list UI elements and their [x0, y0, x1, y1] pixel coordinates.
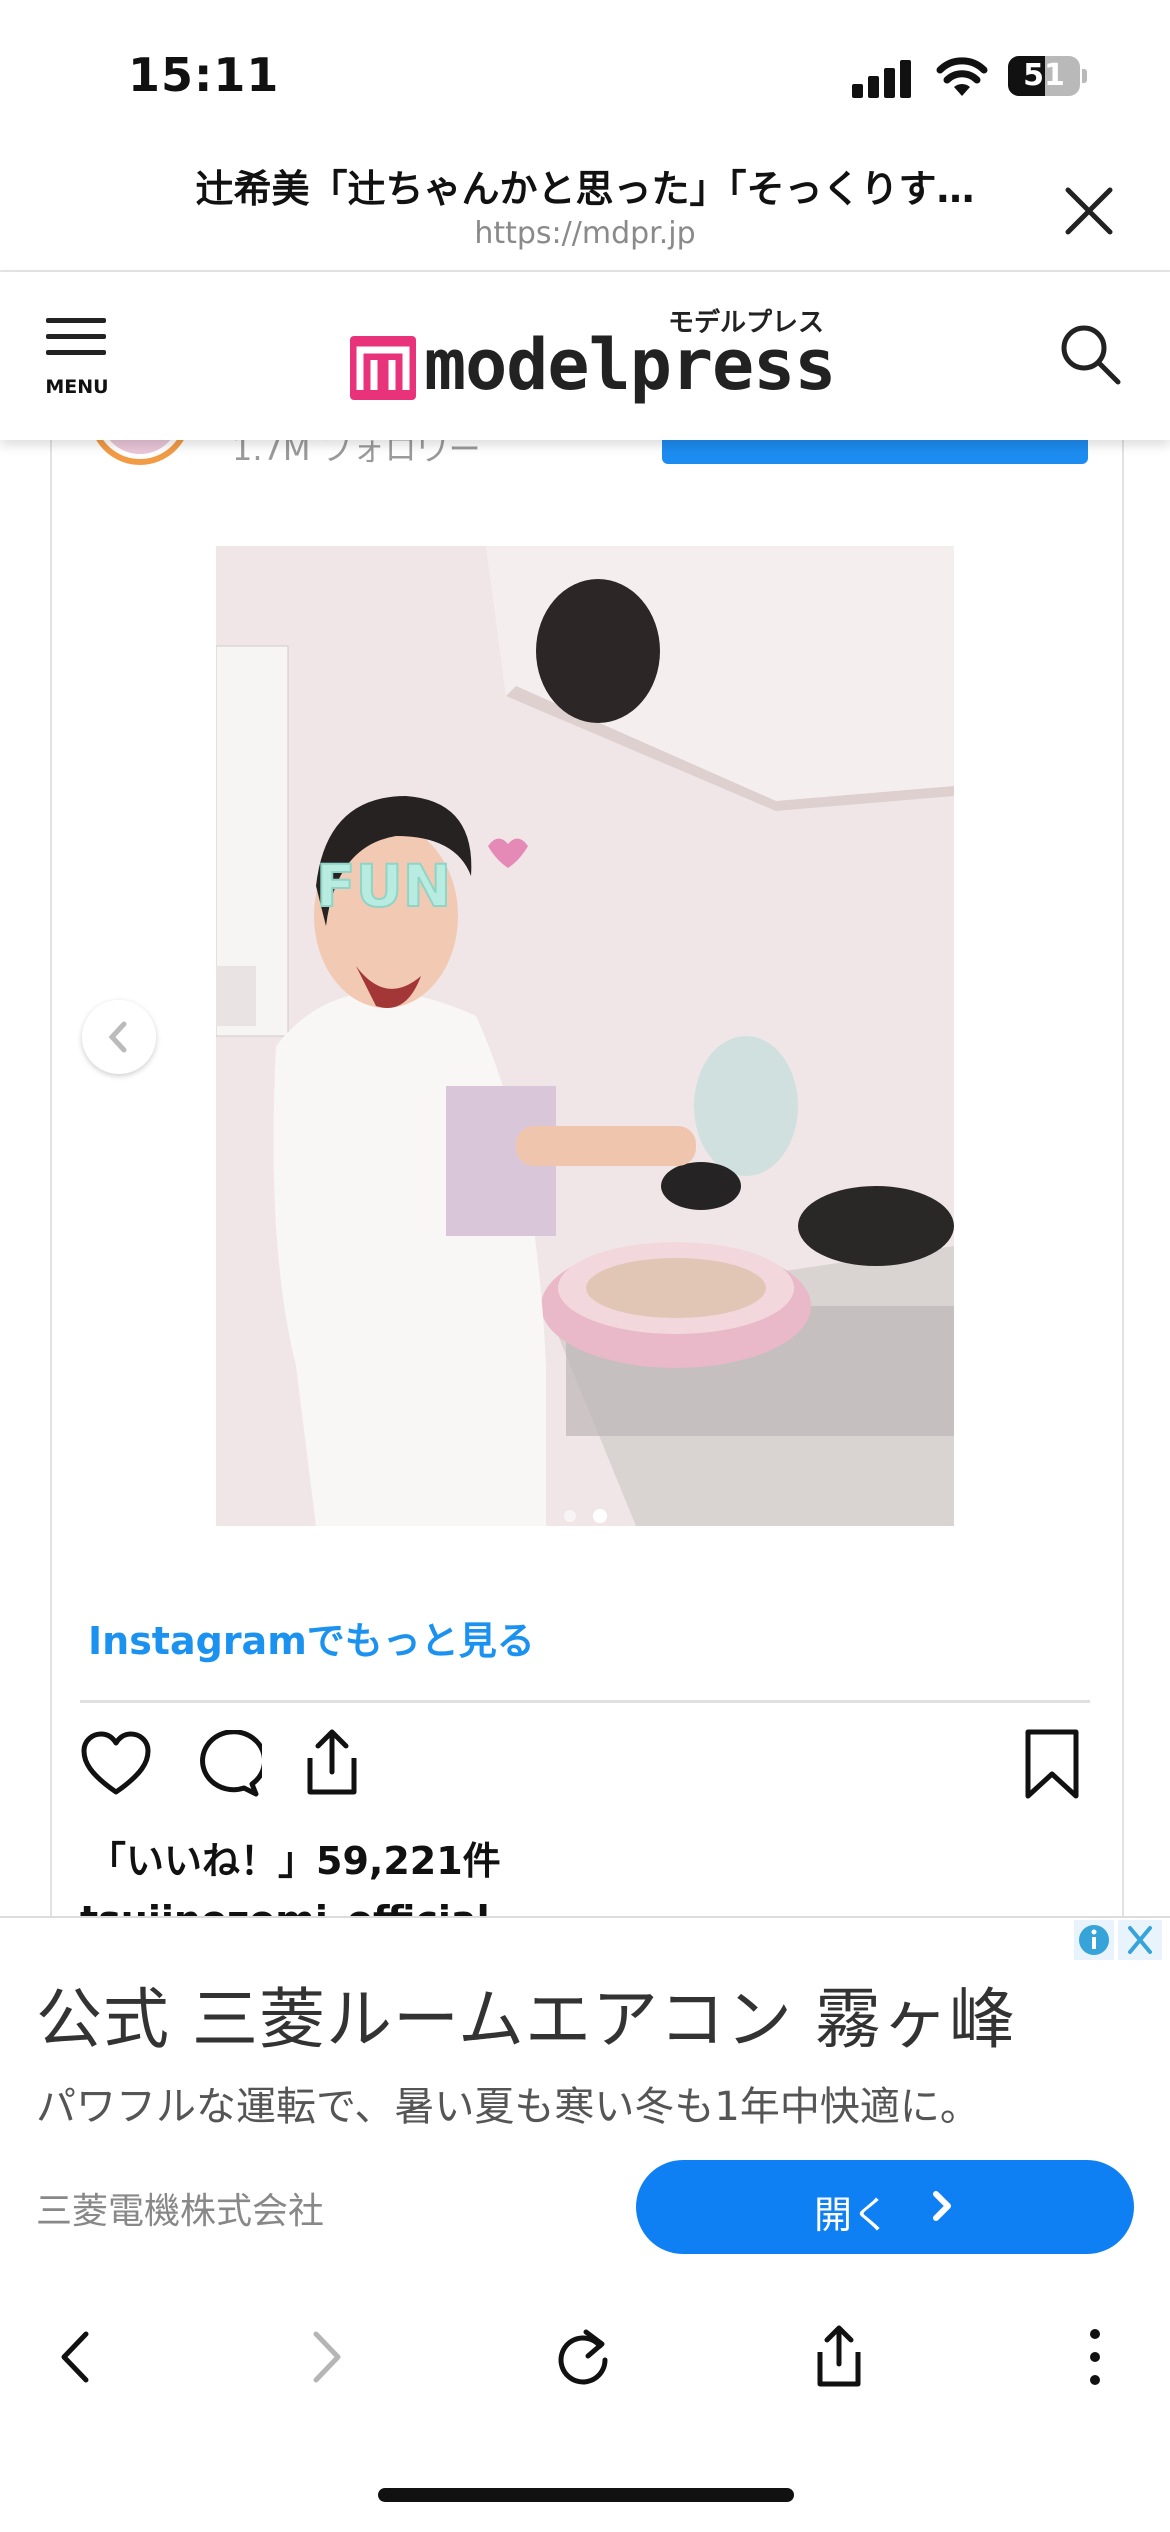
page-title: 辻希美「辻ちゃんかと思った」「そっくりす…: [195, 167, 975, 211]
ad-description: パワフルな運転で、暑い夏も寒い冬も1年中快適に。: [36, 2084, 980, 2130]
logo-mark-icon: [350, 336, 416, 400]
bookmark-icon[interactable]: [1022, 1728, 1082, 1800]
search-icon[interactable]: [1058, 322, 1122, 386]
ad-company: 三菱電機株式会社: [36, 2191, 325, 2232]
cellular-signal-icon: [852, 58, 916, 98]
ad-info-icon[interactable]: [1074, 1920, 1114, 1960]
site-logo[interactable]: モデルプレス modelpress: [350, 302, 836, 412]
comment-icon[interactable]: [190, 1729, 267, 1798]
likes-count: 「いいね！」59,221件: [88, 1839, 501, 1883]
photo-overlay-text: FUN: [316, 852, 451, 920]
logo-text: modelpress: [424, 324, 836, 406]
carousel-prev-button[interactable]: [82, 1000, 156, 1074]
divider: [80, 1700, 1090, 1703]
menu-label: MENU: [45, 376, 109, 398]
ad-open-button[interactable]: 開く: [636, 2160, 1134, 2254]
battery-level: 51: [1023, 58, 1065, 93]
post-photo[interactable]: FUN: [216, 546, 954, 1526]
heart-icon[interactable]: [80, 1730, 152, 1798]
home-indicator[interactable]: [378, 2488, 794, 2502]
forward-icon[interactable]: [292, 2322, 362, 2392]
ad-title[interactable]: 公式 三菱ルームエアコン 霧ヶ峰: [36, 1966, 1016, 2062]
battery-icon: 51: [1008, 56, 1088, 96]
close-icon[interactable]: [1058, 180, 1120, 242]
wifi-icon: [936, 52, 988, 98]
reload-icon[interactable]: [548, 2322, 618, 2392]
page-url: https://mdpr.jp: [474, 216, 696, 251]
carousel-dots: [560, 1508, 610, 1524]
ad-close-icon[interactable]: [1118, 1920, 1162, 1960]
status-time: 15:11: [128, 48, 280, 102]
chevron-right-icon: [922, 2186, 962, 2226]
menu-button[interactable]: MENU: [44, 318, 110, 398]
back-icon[interactable]: [40, 2322, 110, 2392]
instagram-more-link[interactable]: Instagramでもっと見る: [88, 1610, 535, 1665]
post-username[interactable]: tsujinozomi_official: [80, 1898, 490, 1918]
ad-open-label: 開く: [814, 2193, 891, 2237]
more-icon[interactable]: [1060, 2322, 1130, 2392]
share-icon[interactable]: [296, 1726, 368, 1798]
site-header: MENU モデルプレス modelpress: [0, 272, 1170, 440]
share-icon[interactable]: [804, 2322, 874, 2392]
